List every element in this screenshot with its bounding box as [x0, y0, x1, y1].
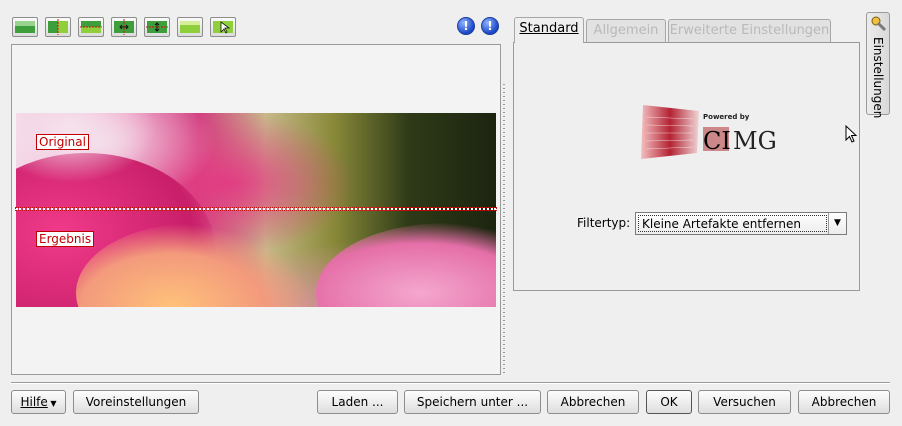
- cancel-button[interactable]: Abbrechen: [798, 390, 890, 414]
- original-image-icon: [15, 21, 35, 33]
- svg-text:CI: CI: [703, 127, 731, 155]
- preview-target-button[interactable]: [177, 17, 203, 37]
- settings-side-tab-label: Einstellungen: [871, 37, 885, 119]
- preview-original-button[interactable]: [12, 17, 38, 37]
- preview-vertical-duplicate-button[interactable]: [111, 17, 137, 37]
- tab-erweiterte-label: Erweiterte Einstellungen: [669, 23, 830, 38]
- overexposure-indicator-button[interactable]: !: [457, 17, 475, 35]
- filter-type-select[interactable]: Kleine Artefakte entfernen ▼: [635, 212, 847, 235]
- button-bar-separator: [11, 382, 890, 384]
- splitter-handle[interactable]: [503, 84, 505, 374]
- underexposure-indicator-button[interactable]: !: [481, 17, 499, 35]
- preview-vertical-split-button[interactable]: [45, 17, 71, 37]
- settings-side-tab[interactable]: Einstellungen: [866, 12, 890, 119]
- filter-type-value: Kleine Artefakte entfernen: [638, 215, 827, 232]
- overexposure-indicator-icon: !: [463, 19, 469, 33]
- tab-standard[interactable]: Standard: [514, 17, 584, 43]
- filter-type-label: Filtertyp:: [577, 216, 631, 230]
- mouse-cursor-icon: [845, 124, 859, 148]
- tab-allgemein-label: Allgemein: [593, 23, 659, 38]
- help-button[interactable]: Hilfe ▼: [11, 390, 66, 414]
- preview-mouse-over-button[interactable]: [210, 17, 236, 37]
- defaults-button[interactable]: Voreinstellungen: [73, 390, 199, 414]
- settings-tab-panel: [513, 42, 860, 291]
- horizontal-split-duplicate-icon: [146, 21, 168, 33]
- target-image-icon: [180, 21, 200, 33]
- svg-text:MG: MG: [733, 127, 777, 155]
- preview-horizontal-split-button[interactable]: [78, 17, 104, 37]
- help-button-label: Hilfe: [20, 395, 48, 409]
- horizontal-split-icon: [80, 21, 102, 33]
- tab-erweiterte-einstellungen[interactable]: Erweiterte Einstellungen: [668, 19, 831, 42]
- underexposure-indicator-icon: !: [487, 19, 493, 33]
- tab-standard-label: Standard: [519, 21, 579, 36]
- wrench-settings-icon: [871, 16, 887, 32]
- vertical-split-duplicate-icon: [114, 19, 134, 35]
- svg-text:Powered by: Powered by: [703, 113, 750, 121]
- result-label: Ergebnis: [36, 231, 95, 247]
- preview-horizontal-duplicate-button[interactable]: [144, 17, 170, 37]
- load-button[interactable]: Laden ...: [317, 390, 398, 414]
- help-menu-arrow-icon: ▼: [47, 399, 57, 408]
- vertical-split-icon: [48, 19, 68, 35]
- preview-split-line[interactable]: [15, 207, 497, 211]
- cimg-logo: Powered by CI MG: [641, 103, 791, 161]
- try-button[interactable]: Versuchen: [698, 390, 791, 414]
- chevron-down-icon[interactable]: ▼: [828, 213, 846, 234]
- mouse-over-icon: [213, 21, 233, 34]
- save-as-button[interactable]: Speichern unter ...: [404, 390, 541, 414]
- ok-button[interactable]: OK: [646, 390, 692, 414]
- cancel-preview-button[interactable]: Abbrechen: [547, 390, 639, 414]
- tab-allgemein[interactable]: Allgemein: [586, 19, 666, 42]
- original-label: Original: [36, 134, 89, 150]
